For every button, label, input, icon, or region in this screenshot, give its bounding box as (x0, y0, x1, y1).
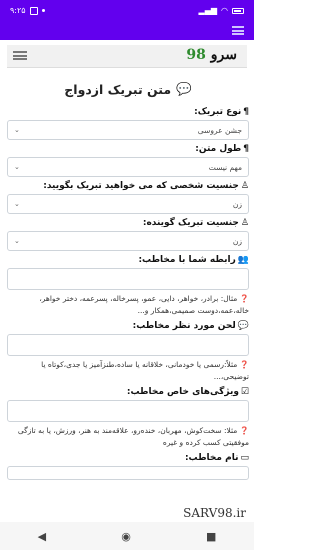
name-label-text: نام مخاطب: (184, 453, 239, 463)
page-title: 💬 متن تبریک ازدواج (7, 75, 249, 103)
recipient-gender-label: ♙ جنسیت شخصی که می خواهید تبریک بگویید: (7, 181, 249, 191)
person-icon: ♙ (240, 181, 249, 191)
site-logo[interactable]: سرو 98 (186, 47, 237, 63)
name-input[interactable] (7, 466, 249, 480)
logo-number: 98 (186, 47, 206, 63)
nav-toggle-icon[interactable] (13, 51, 27, 61)
site-header: سرو 98 (7, 45, 247, 68)
menu-icon[interactable] (232, 26, 244, 35)
signal-icon: ▂▄▆ (198, 6, 218, 15)
tone-input[interactable] (7, 334, 249, 356)
question-icon: ❓ (239, 294, 249, 303)
home-icon[interactable]: ◉ (121, 530, 131, 543)
traits-hint: ❓ مثلا: سخت‌کوش، مهربان، خنده‌رو، علاقه‌… (7, 425, 249, 449)
length-select-value: مهم نیست (208, 162, 242, 172)
relation-label-text: رابطه شما با مخاطب: (138, 255, 236, 265)
battery-icon (232, 7, 244, 14)
logo-text: سرو (210, 47, 237, 63)
question-icon: ❓ (239, 426, 249, 435)
tone-hint: ❓ مثلاً:رسمی یا خودمانی، خلاقانه یا ساده… (7, 359, 249, 383)
relation-hint: ❓ مثال: برادر، خواهر، دایی، عمو، پسرخاله… (7, 293, 249, 317)
traits-label-text: ویژگی‌های خاص مخاطب: (126, 387, 239, 397)
relation-label: 👥 رابطه شما با مخاطب: (7, 255, 249, 265)
sender-gender-label: ♙ جنسیت تبریک گوینده: (7, 218, 249, 228)
type-label-text: نوع تبریک: (194, 107, 242, 117)
traits-input[interactable] (7, 400, 249, 422)
length-select[interactable]: مهم نیست ⌄ (7, 157, 249, 177)
traits-hint-text: مثلا: سخت‌کوش، مهربان، خنده‌رو، علاقه‌من… (17, 426, 249, 447)
question-icon: ❓ (239, 360, 249, 369)
page-title-text: متن تبریک ازدواج (64, 81, 172, 97)
users-icon: 👥 (237, 255, 249, 265)
checkbox-icon: ☑ (240, 387, 249, 397)
back-icon[interactable]: ◀ (38, 530, 46, 543)
form-content: 💬 متن تبریک ازدواج ¶ نوع تبریک: جشن عروس… (7, 75, 249, 480)
notification-icon (29, 6, 38, 15)
chevron-down-icon: ⌄ (14, 237, 20, 245)
recipient-gender-select[interactable]: زن ⌄ (7, 194, 249, 214)
tone-hint-text: مثلاً:رسمی یا خودمانی، خلاقانه یا ساده،ط… (41, 360, 249, 381)
paragraph-icon: ¶ (243, 107, 249, 117)
system-nav-bar: ◀ ◉ ■ (0, 522, 254, 550)
relation-input[interactable] (7, 268, 249, 290)
chevron-down-icon: ⌄ (14, 163, 20, 171)
sender-gender-label-text: جنسیت تبریک گوینده: (142, 218, 239, 228)
recipient-gender-value: زن (232, 199, 242, 209)
status-time: ۹:۲۵ (10, 6, 26, 15)
sender-gender-value: زن (232, 236, 242, 246)
length-label-text: طول متن: (195, 144, 242, 154)
app-bar (0, 21, 254, 40)
status-right: ▂▄▆ ◠ (199, 6, 244, 15)
wifi-icon: ◠ (221, 6, 228, 15)
status-left: ۹:۲۵ (10, 6, 45, 15)
chevron-down-icon: ⌄ (14, 126, 20, 134)
traits-label: ☑ ویژگی‌های خاص مخاطب: (7, 387, 249, 397)
paragraph-icon: ¶ (243, 144, 249, 154)
status-bar: ۹:۲۵ ▂▄▆ ◠ (0, 0, 254, 21)
person-icon: ♙ (240, 218, 249, 228)
chat-bubble-icon: 💬 (176, 81, 192, 96)
tone-label: 💬 لحن مورد نظر مخاطب: (7, 321, 249, 331)
type-select-value: جشن عروسی (197, 125, 242, 135)
relation-hint-text: مثال: برادر، خواهر، دایی، عمو، پسرخاله، … (39, 294, 249, 315)
recipient-gender-label-text: جنسیت شخصی که می خواهید تبریک بگویید: (43, 181, 239, 191)
recents-icon[interactable]: ■ (206, 530, 216, 543)
type-select[interactable]: جشن عروسی ⌄ (7, 120, 249, 140)
id-card-icon: ▭ (240, 453, 249, 463)
length-label: ¶ طول متن: (7, 144, 249, 154)
sender-gender-select[interactable]: زن ⌄ (7, 231, 249, 251)
comment-icon: 💬 (237, 321, 249, 331)
name-label: ▭ نام مخاطب: (7, 453, 249, 463)
type-label: ¶ نوع تبریک: (7, 107, 249, 117)
watermark: SARV98.ir (183, 506, 246, 520)
chevron-down-icon: ⌄ (14, 200, 20, 208)
dot-icon (41, 9, 45, 12)
tone-label-text: لحن مورد نظر مخاطب: (132, 321, 236, 331)
